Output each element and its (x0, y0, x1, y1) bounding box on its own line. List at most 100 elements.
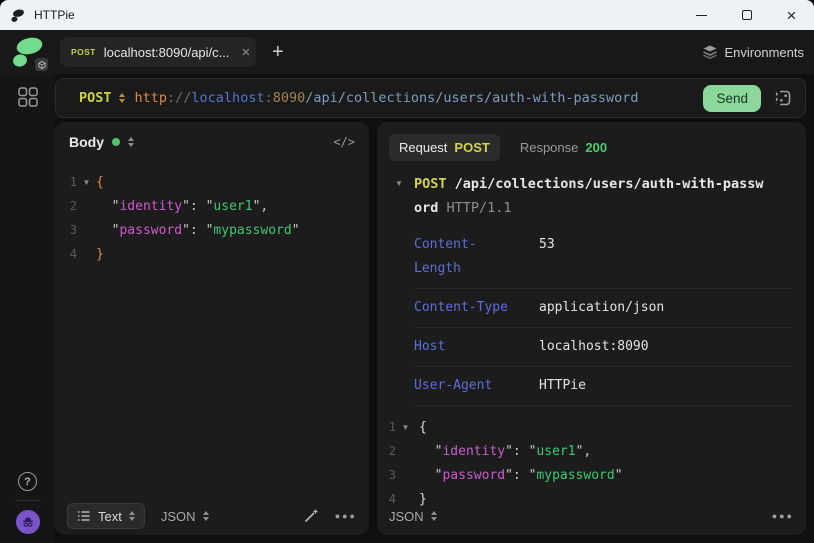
user-avatar[interactable] (16, 510, 40, 534)
environments-label: Environments (725, 45, 804, 60)
tab-bar: POST localhost:8090/api/c... × + Environ… (0, 30, 814, 74)
code-text: { (419, 420, 427, 435)
tab-close-icon[interactable]: × (242, 45, 251, 60)
code-line: 3 "password": "mypassword" (384, 463, 806, 487)
chevron-updown-icon[interactable] (128, 137, 134, 148)
body-format-select[interactable]: JSON (161, 509, 209, 524)
url-segment: /api/collections/users/auth-with-passwor… (305, 90, 638, 106)
tab-response[interactable]: Response 200 (510, 134, 617, 161)
sidebar: ? (0, 74, 55, 543)
httpie-window: HTTPie × POST localh (0, 0, 814, 543)
url-segment: :// (167, 90, 191, 106)
more-options-icon[interactable]: ●●● (772, 511, 794, 521)
line-number: 3 (384, 468, 396, 482)
close-icon: × (787, 7, 797, 24)
request-summary: ▼ POST /api/collections/users/auth-with-… (377, 164, 806, 220)
code-text: "password": "mypassword" (419, 468, 623, 483)
chevron-updown-icon (203, 511, 209, 522)
maximize-button[interactable] (724, 0, 769, 30)
code-line: 3 "password": "mypassword" (65, 218, 369, 242)
header-name: User-Agent (414, 374, 517, 398)
layers-icon (702, 44, 718, 60)
format-wand-icon[interactable] (303, 508, 319, 524)
close-button[interactable]: × (769, 0, 814, 30)
header-row: Hostlocalhost:8090 (414, 328, 792, 367)
code-generation-button[interactable] (771, 86, 795, 110)
code-text: "password": "mypassword" (96, 223, 300, 238)
header-row: Content-Length 53 (414, 226, 792, 289)
fold-triangle-icon[interactable]: ▼ (396, 423, 415, 432)
line-number: 4 (65, 247, 77, 261)
request-tab-label: Request (399, 140, 447, 155)
method-select[interactable]: POST (79, 90, 125, 106)
httpie-titlebar-logo-icon (10, 8, 25, 23)
line-number: 2 (384, 444, 396, 458)
request-headers-table: Content-Length 53 Content-Type application/… (414, 226, 792, 406)
viewer-format-select[interactable]: JSON (389, 509, 437, 524)
exchange-panel-footer: JSON ●●● (377, 497, 806, 535)
method-value: POST (79, 90, 112, 106)
viewer-format-value: JSON (389, 509, 424, 524)
body-title: Body (69, 134, 104, 150)
tab-request[interactable]: Request POST (389, 134, 500, 161)
help-button[interactable]: ? (18, 472, 37, 491)
environments-button[interactable]: Environments (702, 44, 804, 60)
url-segment: localhost (191, 90, 264, 106)
workspace-badge (33, 56, 50, 73)
url-segment: : (265, 90, 273, 106)
code-text: { (96, 175, 104, 190)
url-input[interactable]: http://localhost:8090/api/collections/us… (135, 90, 694, 106)
exchange-panel: Request POST Response 200 ▼ POST /api/co… (377, 122, 806, 535)
maximize-icon (742, 10, 752, 20)
httpie-logo[interactable] (6, 33, 52, 71)
url-segment: 8090 (273, 90, 306, 106)
new-tab-button[interactable]: + (272, 42, 284, 62)
tab-title: localhost:8090/api/c... (104, 45, 230, 60)
header-name: Content-Type (414, 296, 517, 320)
app-surface: POST localhost:8090/api/c... × + Environ… (0, 30, 814, 543)
header-value: 53 (539, 233, 555, 281)
fold-triangle-icon[interactable]: ▼ (77, 178, 96, 187)
minimize-button[interactable] (679, 0, 724, 30)
request-tab[interactable]: POST localhost:8090/api/c... × (60, 37, 256, 67)
send-button[interactable]: Send (703, 85, 761, 112)
collections-grid-icon[interactable] (17, 86, 39, 108)
response-tab-label: Response (520, 140, 579, 155)
line-number: 1 (65, 175, 77, 189)
request-protocol: HTTP/1.1 (438, 200, 511, 216)
header-name: Host (414, 335, 517, 359)
line-number: 2 (65, 199, 77, 213)
exchange-tabs: Request POST Response 200 (377, 122, 806, 164)
minimize-icon (696, 15, 707, 16)
chevron-updown-icon (119, 93, 125, 104)
chevron-updown-icon (129, 511, 135, 522)
header-name: Content-Length (414, 233, 517, 281)
request-body-viewer: 1▼{2 "identity": "user1",3 "password": "… (377, 406, 806, 497)
code-line: 2 "identity": "user1", (65, 194, 369, 218)
code-line: 1▼{ (65, 170, 369, 194)
url-bar: POST http://localhost:8090/api/collectio… (55, 78, 806, 118)
code-text: } (96, 247, 104, 262)
titlebar: HTTPie × (0, 0, 814, 30)
code-text: "identity": "user1", (96, 199, 268, 214)
line-number: 3 (65, 223, 77, 237)
body-editor[interactable]: 1▼{2 "identity": "user1",3 "password": "… (55, 162, 369, 497)
more-options-icon[interactable]: ●●● (335, 511, 357, 521)
header-value: application/json (539, 296, 664, 320)
editor-mode-value: Text (98, 509, 122, 524)
code-line: 1▼ { (384, 415, 806, 439)
code-line: 2 "identity": "user1", (384, 439, 806, 463)
editor-mode-select[interactable]: Text (67, 503, 145, 529)
header-row: User-Agent HTTPie (414, 367, 792, 406)
collapse-triangle-icon[interactable]: ▼ (395, 172, 414, 220)
body-format-value: JSON (161, 509, 196, 524)
code-view-toggle[interactable]: </> (333, 135, 355, 149)
header-value: HTTPie (539, 374, 586, 398)
package-box-icon (37, 60, 47, 70)
url-bar-row: POST http://localhost:8090/api/collectio… (55, 74, 806, 122)
chevron-updown-icon (431, 511, 437, 522)
line-number: 1 (384, 420, 396, 434)
request-tab-method: POST (454, 140, 489, 155)
question-icon: ? (24, 476, 31, 488)
body-status-dot (112, 138, 120, 146)
